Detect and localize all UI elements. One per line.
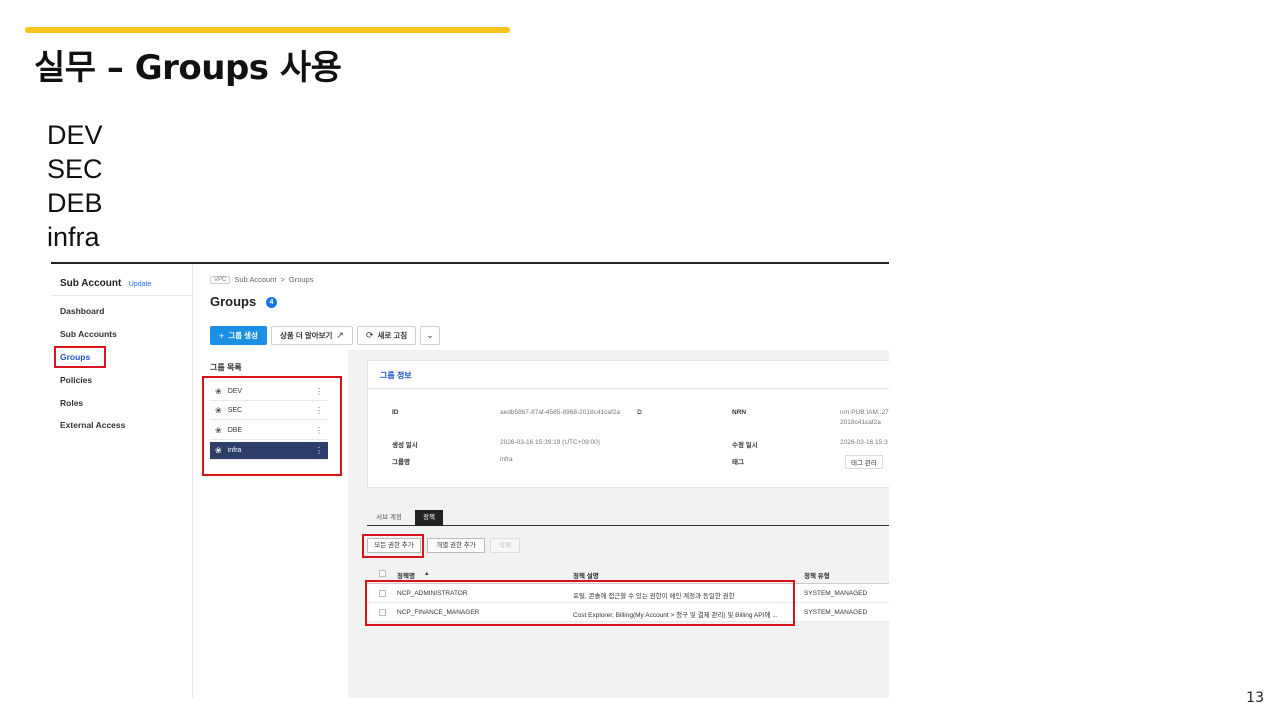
- tab-policies[interactable]: 정책: [415, 510, 443, 526]
- nrn-value-continued: 2018c41caf2a: [840, 419, 881, 426]
- slide: 실무 – Groups 사용 DEV SEC DEB infra Sub Acc…: [0, 0, 1280, 720]
- nrn-label: NRN: [732, 409, 747, 416]
- highlight-box: [365, 580, 795, 626]
- page-title: Groups: [210, 294, 257, 309]
- copy-icon[interactable]: ⧉: [637, 409, 642, 417]
- tag-label: 태그: [732, 459, 744, 466]
- refresh-icon: ⟳: [365, 330, 374, 340]
- breadcrumb-parent[interactable]: Sub Account: [234, 275, 276, 284]
- group-name-label: 그룹명: [392, 459, 410, 466]
- bullet-list: DEV SEC DEB infra: [47, 118, 103, 254]
- learn-more-label: 상품 더 알아보기: [279, 331, 333, 340]
- sidebar: Sub Account Update Dashboard Sub Account…: [51, 264, 193, 698]
- highlight-box: [202, 376, 342, 476]
- sort-ascending-icon[interactable]: ▲: [424, 571, 429, 577]
- sidebar-item-dashboard[interactable]: Dashboard: [60, 306, 104, 316]
- highlight-box: [54, 346, 106, 368]
- add-individual-permissions-button[interactable]: 개별 권한 추가: [427, 538, 485, 553]
- modified-label: 수정 일시: [732, 442, 758, 449]
- bullet-item: DEV: [47, 120, 103, 150]
- highlight-box: [362, 534, 424, 558]
- create-group-label: 그룹 생성: [228, 331, 258, 340]
- select-all-checkbox[interactable]: [379, 570, 386, 577]
- column-header-policy-type: 정책 유형: [804, 573, 830, 580]
- sidebar-header: Sub Account Update: [51, 264, 192, 296]
- id-label: ID: [392, 409, 399, 416]
- slide-title: 실무 – Groups 사용: [34, 48, 342, 88]
- group-list-panel: 그룹 목록 ❀ DEV ⋮ ❀ SEC ⋮ ❀ DBE ⋮ ❀ infra ⋮: [193, 350, 348, 698]
- main-content: VPC Sub Account > Groups Groups 4 + 그룹 생…: [193, 264, 889, 698]
- group-info-card: 그룹 정보 ID aedb58b7-87af-4585-8968-2018c41…: [367, 360, 889, 488]
- learn-more-button[interactable]: 상품 더 알아보기 ↗: [270, 326, 353, 345]
- policy-type: SYSTEM_MANAGED: [804, 590, 868, 597]
- id-value: aedb58b7-87af-4585-8968-2018c41caf2a: [500, 409, 620, 416]
- bullet-item: SEC: [47, 154, 103, 184]
- page-number: 13: [1246, 690, 1264, 706]
- more-options-button[interactable]: ⌄: [420, 326, 440, 345]
- sidebar-item-sub-accounts[interactable]: Sub Accounts: [60, 329, 117, 339]
- column-header-policy-name[interactable]: 정책명: [397, 570, 415, 580]
- external-link-icon: ↗: [336, 330, 344, 340]
- created-label: 생성 일시: [392, 442, 418, 449]
- delete-button[interactable]: 삭제: [490, 538, 520, 553]
- plus-icon: +: [219, 330, 225, 341]
- created-value: 2026-03-16 15:39:19 (UTC+09:00): [500, 439, 600, 446]
- sidebar-item-external-access[interactable]: External Access: [60, 420, 125, 430]
- update-badge[interactable]: Update: [129, 281, 152, 288]
- breadcrumb-separator: >: [280, 275, 285, 284]
- vpc-tag: VPC: [210, 275, 231, 284]
- manage-tags-button[interactable]: 태그 관리: [845, 455, 883, 469]
- refresh-button[interactable]: ⟳ 새로 고침: [356, 326, 417, 345]
- column-header-description: 정책 설명: [573, 573, 599, 580]
- detail-tabs: 서브 계정 정책: [367, 510, 889, 526]
- sidebar-title: Sub Account: [60, 278, 122, 289]
- policy-type: SYSTEM_MANAGED: [804, 609, 868, 616]
- refresh-label: 새로 고침: [377, 331, 408, 340]
- console-screenshot: Sub Account Update Dashboard Sub Account…: [51, 262, 889, 698]
- group-info-title: 그룹 정보: [368, 361, 889, 389]
- tab-sub-accounts[interactable]: 서브 계정: [367, 510, 411, 526]
- title-accent-bar: [25, 27, 510, 33]
- bullet-item: DEB: [47, 188, 103, 218]
- toolbar: + 그룹 생성 상품 더 알아보기 ↗ ⟳ 새로 고침 ⌄: [210, 326, 440, 345]
- chevron-down-icon: ⌄: [426, 330, 434, 340]
- modified-value: 2026-03-16 15:3: [840, 439, 888, 446]
- breadcrumb-current: Groups: [288, 275, 314, 284]
- breadcrumb: VPC Sub Account > Groups: [210, 275, 313, 284]
- sidebar-item-roles[interactable]: Roles: [60, 398, 83, 408]
- sidebar-item-policies[interactable]: Policies: [60, 375, 92, 385]
- nrn-value: nrn:PUB:IAM::27: [840, 409, 889, 416]
- bullet-item: infra: [47, 222, 100, 252]
- group-name-value: infra: [500, 456, 513, 463]
- group-count-badge: 4: [266, 297, 277, 308]
- group-list-title: 그룹 목록: [210, 363, 242, 372]
- create-group-button[interactable]: + 그룹 생성: [210, 326, 267, 345]
